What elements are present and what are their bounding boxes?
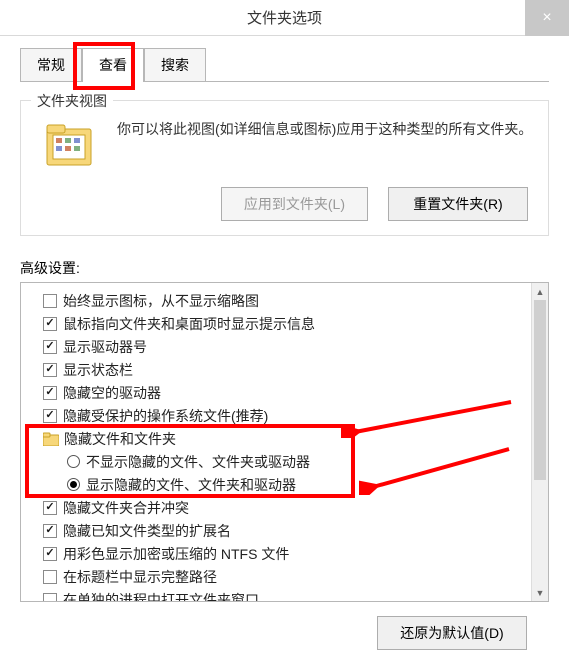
checkbox[interactable] bbox=[43, 340, 57, 354]
advanced-settings-label: 高级设置: bbox=[20, 258, 549, 278]
tree-item-label: 隐藏已知文件类型的扩展名 bbox=[63, 521, 231, 541]
checkbox[interactable] bbox=[43, 317, 57, 331]
tree-row[interactable]: 显示隐藏的文件、文件夹和驱动器 bbox=[29, 473, 544, 496]
tree-item-label: 始终显示图标，从不显示缩略图 bbox=[63, 291, 259, 311]
tree-row[interactable]: 用彩色显示加密或压缩的 NTFS 文件 bbox=[29, 542, 544, 565]
dialog-content: 常规 查看 搜索 文件夹视图 你可以将此视图(如详细信息或图标)应用于这种类型的… bbox=[0, 36, 569, 660]
tree-row[interactable]: 隐藏已知文件类型的扩展名 bbox=[29, 519, 544, 542]
tab-search[interactable]: 搜索 bbox=[144, 48, 206, 81]
checkbox[interactable] bbox=[43, 501, 57, 515]
tree-row[interactable]: 隐藏空的驱动器 bbox=[29, 381, 544, 404]
tree-item-label: 不显示隐藏的文件、文件夹或驱动器 bbox=[86, 452, 310, 472]
tree-row[interactable]: 隐藏文件和文件夹 bbox=[29, 427, 544, 450]
scroll-up-button[interactable]: ▲ bbox=[532, 283, 548, 300]
folder-icon bbox=[43, 119, 99, 171]
tree-item-label: 隐藏空的驱动器 bbox=[63, 383, 161, 403]
checkbox[interactable] bbox=[43, 386, 57, 400]
tree-row[interactable]: 在单独的进程中打开文件夹窗口 bbox=[29, 588, 544, 602]
tree-item-label: 在单独的进程中打开文件夹窗口 bbox=[63, 590, 259, 603]
tree-item-label: 隐藏受保护的操作系统文件(推荐) bbox=[63, 406, 268, 426]
tab-strip: 常规 查看 搜索 bbox=[20, 48, 549, 82]
folder-view-legend: 文件夹视图 bbox=[31, 91, 113, 111]
tree-row[interactable]: 鼠标指向文件夹和桌面项时显示提示信息 bbox=[29, 312, 544, 335]
tree-row[interactable]: 不显示隐藏的文件、文件夹或驱动器 bbox=[29, 450, 544, 473]
tree-item-label: 显示驱动器号 bbox=[63, 337, 147, 357]
titlebar: 文件夹选项 × bbox=[0, 0, 569, 36]
tree-item-label: 显示状态栏 bbox=[63, 360, 133, 380]
checkbox[interactable] bbox=[43, 547, 57, 561]
folder-view-group: 文件夹视图 你可以将此视图(如详细信息或图标)应用于这种类型的所有文件夹。 应用… bbox=[20, 100, 549, 236]
reset-folders-button[interactable]: 重置文件夹(R) bbox=[388, 187, 528, 221]
apply-to-folders-button: 应用到文件夹(L) bbox=[221, 187, 368, 221]
tree-row[interactable]: 显示驱动器号 bbox=[29, 335, 544, 358]
checkbox[interactable] bbox=[43, 363, 57, 377]
checkbox[interactable] bbox=[43, 570, 57, 584]
close-icon: × bbox=[542, 9, 551, 27]
scrollbar[interactable]: ▲ ▼ bbox=[531, 283, 548, 601]
checkbox[interactable] bbox=[43, 294, 57, 308]
tree-item-label: 隐藏文件和文件夹 bbox=[64, 429, 176, 449]
advanced-settings-list[interactable]: 始终显示图标，从不显示缩略图鼠标指向文件夹和桌面项时显示提示信息显示驱动器号显示… bbox=[20, 282, 549, 602]
checkbox[interactable] bbox=[43, 524, 57, 538]
tree-row[interactable]: 隐藏文件夹合并冲突 bbox=[29, 496, 544, 519]
scroll-down-button[interactable]: ▼ bbox=[532, 584, 548, 601]
tree-item-label: 在标题栏中显示完整路径 bbox=[63, 567, 217, 587]
tab-view[interactable]: 查看 bbox=[82, 48, 144, 81]
window-title: 文件夹选项 bbox=[247, 7, 322, 28]
tree-item-label: 用彩色显示加密或压缩的 NTFS 文件 bbox=[63, 544, 289, 564]
scroll-thumb[interactable] bbox=[534, 300, 546, 480]
radio[interactable] bbox=[67, 478, 80, 491]
footer-row: 还原为默认值(D) bbox=[20, 602, 549, 650]
tab-general[interactable]: 常规 bbox=[20, 48, 82, 81]
radio[interactable] bbox=[67, 455, 80, 468]
checkbox[interactable] bbox=[43, 409, 57, 423]
tree-item-label: 显示隐藏的文件、文件夹和驱动器 bbox=[86, 475, 296, 495]
restore-defaults-button[interactable]: 还原为默认值(D) bbox=[377, 616, 527, 650]
tree-row[interactable]: 隐藏受保护的操作系统文件(推荐) bbox=[29, 404, 544, 427]
tree-container: 始终显示图标，从不显示缩略图鼠标指向文件夹和桌面项时显示提示信息显示驱动器号显示… bbox=[29, 289, 544, 602]
tree-row[interactable]: 显示状态栏 bbox=[29, 358, 544, 381]
checkbox[interactable] bbox=[43, 593, 57, 603]
folder-view-desc: 你可以将此视图(如详细信息或图标)应用于这种类型的所有文件夹。 bbox=[117, 119, 534, 140]
folder-mini-icon bbox=[43, 432, 59, 446]
tree-row[interactable]: 在标题栏中显示完整路径 bbox=[29, 565, 544, 588]
tree-item-label: 鼠标指向文件夹和桌面项时显示提示信息 bbox=[63, 314, 315, 334]
tree-item-label: 隐藏文件夹合并冲突 bbox=[63, 498, 189, 518]
close-button[interactable]: × bbox=[525, 0, 569, 36]
tree-row[interactable]: 始终显示图标，从不显示缩略图 bbox=[29, 289, 544, 312]
